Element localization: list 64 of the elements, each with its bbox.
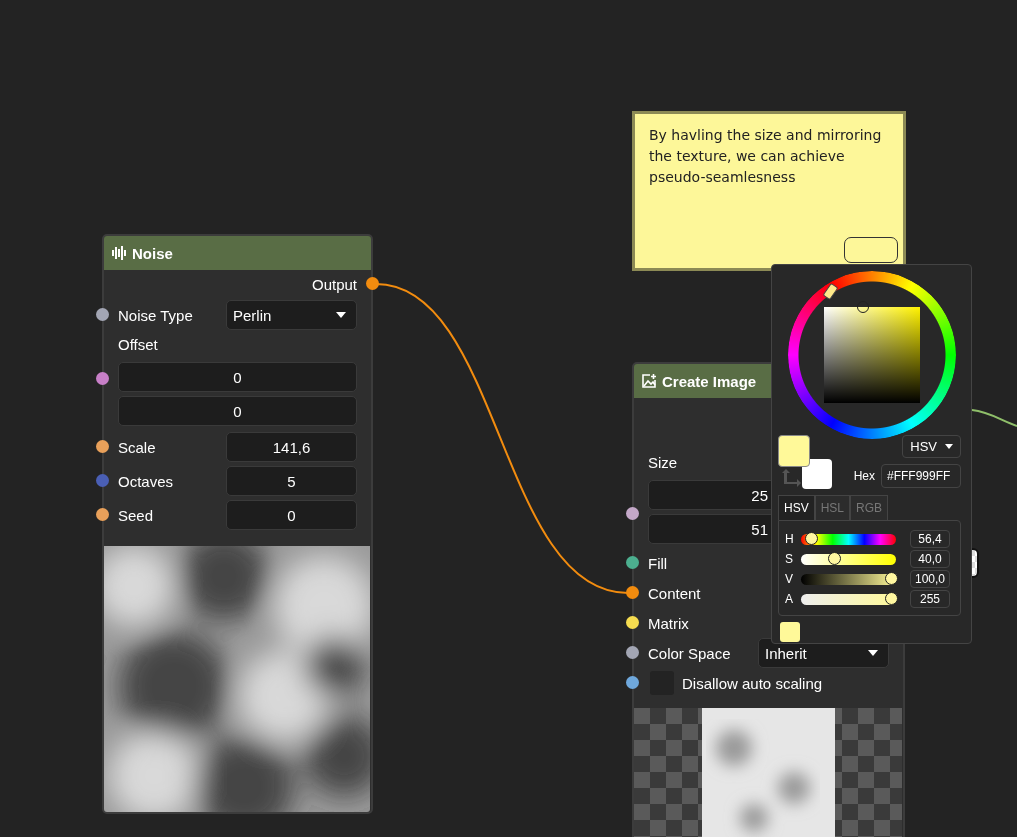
socket-dot[interactable] (366, 277, 379, 290)
hex-label: Hex (853, 469, 875, 483)
caret-icon (336, 312, 346, 318)
mode-dropdown[interactable]: HSV (902, 435, 961, 458)
socket-dot[interactable] (626, 507, 639, 520)
socket-dot[interactable] (626, 646, 639, 659)
note-text: By havling the size and mirroring the texture, we can achieve pseudo-seamlesness (648, 126, 883, 187)
socket-dot[interactable] (96, 372, 109, 385)
number-field[interactable]: 0 (226, 500, 357, 530)
primary-color-swatch[interactable] (778, 435, 810, 467)
socket-dot[interactable] (626, 616, 639, 629)
channel-slider[interactable] (801, 591, 896, 607)
socket-dot[interactable] (96, 440, 109, 453)
socket-label: Output (311, 275, 357, 293)
secondary-color-swatch[interactable] (802, 459, 832, 489)
channel-label: H (785, 532, 795, 546)
waveform-icon (111, 246, 127, 260)
mode-tab[interactable]: HSV (778, 495, 815, 520)
channel-label: A (785, 592, 794, 606)
field-label: Disallow auto scaling (682, 674, 823, 692)
field-label: Offset (118, 335, 158, 355)
hex-field[interactable]: #FFF999FF (881, 464, 961, 488)
connection-wire (971, 409, 1017, 427)
caret-icon (945, 444, 953, 449)
slider-thumb[interactable] (828, 551, 841, 565)
field-label: Octaves (118, 472, 174, 490)
node-title: Create Image (662, 372, 757, 390)
number-field[interactable]: 100,0 (910, 570, 950, 588)
slider-thumb[interactable] (804, 531, 818, 545)
field-label: Scale (118, 438, 156, 456)
color-swatch[interactable] (780, 622, 800, 642)
socket-dot[interactable] (96, 474, 109, 487)
number-field[interactable]: 5 (226, 466, 357, 496)
image-add-icon (641, 373, 657, 389)
slider-thumb[interactable] (885, 571, 898, 585)
number-field[interactable]: 0 (118, 362, 357, 392)
node-title: Noise (132, 244, 173, 262)
socket-dot[interactable] (626, 676, 639, 689)
socket-dot[interactable] (626, 556, 639, 569)
dropdown[interactable]: Perlin (226, 300, 357, 330)
channel-label: S (785, 552, 794, 566)
channel-slider[interactable] (801, 531, 896, 547)
field-label: Matrix (648, 614, 689, 632)
field-label: Fill (648, 554, 668, 572)
field-label: Color Space (648, 644, 731, 662)
slider-thumb[interactable] (885, 591, 898, 605)
number-field[interactable]: 40,0 (910, 550, 950, 568)
field-label: Size (648, 453, 678, 473)
channel-label: V (785, 572, 794, 586)
number-field[interactable]: 56,4 (910, 530, 950, 548)
caret-icon (868, 650, 878, 656)
number-field[interactable]: 141,6 (226, 432, 357, 462)
socket-dot[interactable] (96, 508, 109, 521)
note-color-button[interactable] (844, 237, 898, 263)
socket-dot[interactable] (626, 586, 639, 599)
field-label: Seed (118, 506, 154, 524)
channel-slider[interactable] (801, 571, 896, 587)
field-label: Content (648, 584, 701, 602)
socket-dot[interactable] (96, 308, 109, 321)
number-field[interactable]: 255 (910, 590, 950, 608)
channel-slider[interactable] (801, 551, 896, 567)
saturation-value-square[interactable] (824, 307, 920, 403)
number-field[interactable]: 0 (118, 396, 357, 426)
field-label: Noise Type (118, 306, 193, 324)
